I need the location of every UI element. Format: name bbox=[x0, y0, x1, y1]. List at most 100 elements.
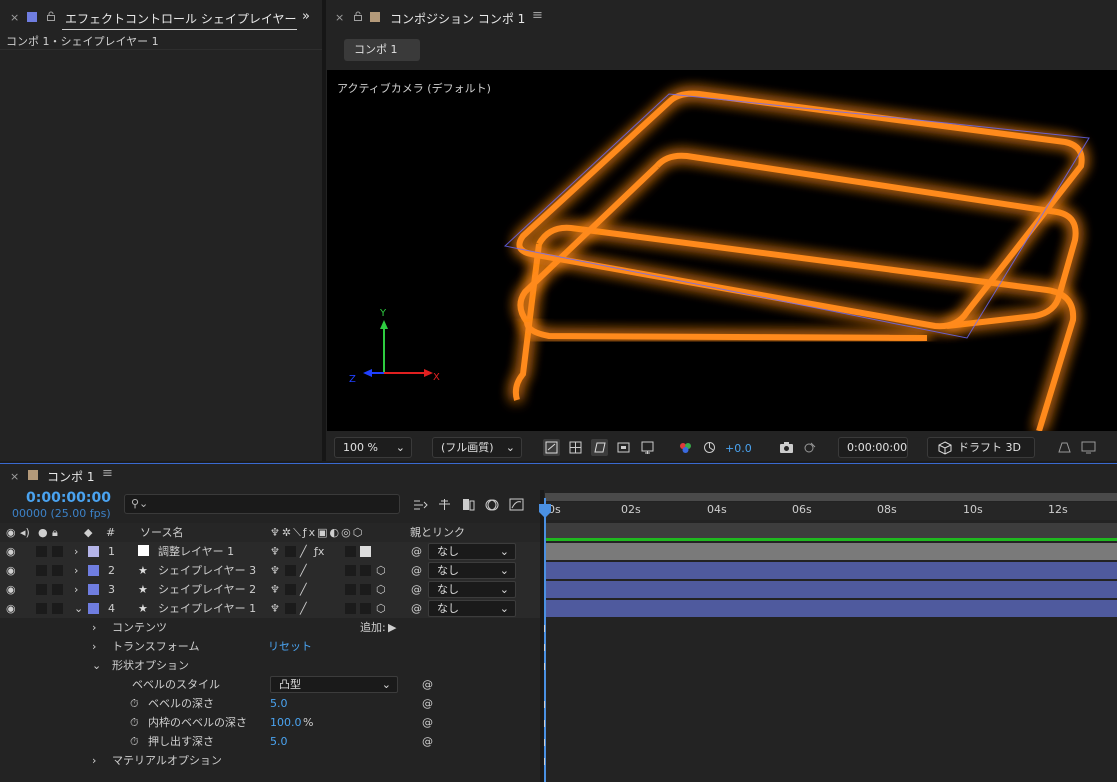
keyframe-marker[interactable]: I bbox=[543, 738, 546, 749]
zoom-dropdown[interactable]: 100 % ⌄ bbox=[334, 437, 412, 458]
reset-link[interactable]: リセット bbox=[268, 637, 312, 656]
fx-switch-icon[interactable]: ƒx bbox=[314, 542, 324, 561]
collapse-switch[interactable] bbox=[285, 584, 296, 595]
shy-switch-icon[interactable]: ♆ bbox=[270, 542, 280, 561]
pick-whip-icon[interactable]: @ bbox=[411, 580, 422, 599]
layer-duration-bar[interactable] bbox=[545, 543, 1117, 560]
eye-icon[interactable]: ◉ bbox=[6, 542, 16, 561]
motion-blur-switch[interactable] bbox=[345, 584, 356, 595]
3d-layer-icon[interactable]: ⬡ bbox=[376, 599, 386, 618]
quality-switch-icon[interactable]: ╱ bbox=[300, 580, 307, 599]
work-area-bar[interactable] bbox=[545, 493, 1117, 501]
solo-toggle[interactable] bbox=[36, 603, 47, 614]
layer-duration-bar[interactable] bbox=[545, 600, 1117, 617]
solo-toggle[interactable] bbox=[36, 546, 47, 557]
composition-tab[interactable]: コンポジション コンポ 1 bbox=[390, 10, 525, 27]
layer-search-input[interactable]: ⚲⌄ bbox=[124, 494, 400, 514]
add-button[interactable]: ▶ bbox=[388, 618, 396, 637]
keyframe-marker[interactable]: I bbox=[543, 662, 546, 673]
adjustment-switch[interactable] bbox=[360, 603, 371, 614]
motion-blur-switch[interactable] bbox=[345, 565, 356, 576]
extrude-value[interactable]: 5.0 bbox=[270, 732, 288, 751]
layer-duration-bar[interactable] bbox=[545, 581, 1117, 598]
chevron-down-icon[interactable]: ⌄ bbox=[92, 656, 101, 675]
3d-view-layout-icon[interactable] bbox=[1056, 439, 1073, 456]
label-color-swatch[interactable] bbox=[88, 603, 99, 614]
stopwatch-icon[interactable]: ⏱︎ bbox=[130, 732, 139, 751]
layer-duration-bar[interactable] bbox=[545, 562, 1117, 579]
close-icon[interactable]: × bbox=[10, 11, 19, 24]
lock-icon[interactable] bbox=[46, 11, 56, 21]
layer-name[interactable]: シェイプレイヤー 3 bbox=[158, 561, 256, 580]
chevron-right-icon[interactable]: › bbox=[92, 751, 96, 770]
audio-icon[interactable]: ◂) bbox=[20, 523, 30, 542]
chevron-right-icon[interactable]: › bbox=[92, 637, 96, 656]
region-of-interest-icon[interactable] bbox=[615, 439, 632, 456]
lock-icon[interactable]: 🔒︎ bbox=[52, 523, 58, 542]
layer-row[interactable]: ◉ › 1 調整レイヤー 1 ♆ ╱ ƒx @ なし ⌄ bbox=[0, 542, 540, 561]
adjustment-switch[interactable] bbox=[360, 584, 371, 595]
current-time-display[interactable]: 0:00:00:00 bbox=[838, 437, 908, 458]
parent-dropdown[interactable]: なし ⌄ bbox=[428, 600, 516, 617]
pick-whip-icon[interactable]: @ bbox=[422, 732, 433, 751]
label-color-swatch[interactable] bbox=[88, 565, 99, 576]
panel-menu-icon[interactable]: ≡ bbox=[102, 466, 113, 481]
keyframe-marker[interactable]: I bbox=[543, 700, 546, 711]
timeline-tab[interactable]: コンポ 1 bbox=[47, 468, 94, 485]
chevron-down-icon[interactable]: ⌄ bbox=[74, 599, 83, 618]
keyframe-marker[interactable]: I bbox=[543, 719, 546, 730]
eye-icon[interactable]: ◉ bbox=[6, 523, 16, 542]
composition-viewer[interactable]: アクティブカメラ (デフォルト) Y X Z bbox=[327, 70, 1117, 431]
quality-switch-icon[interactable]: ╱ bbox=[300, 599, 307, 618]
keyframe-marker[interactable]: I bbox=[543, 757, 546, 768]
shy-layers-icon[interactable] bbox=[436, 496, 453, 513]
pick-whip-icon[interactable]: @ bbox=[422, 713, 433, 732]
fast-preview-icon[interactable] bbox=[543, 439, 560, 456]
inner-bevel-value[interactable]: 100.0 bbox=[270, 713, 302, 732]
layer-name[interactable]: シェイプレイヤー 1 bbox=[158, 599, 256, 618]
solo-toggle[interactable] bbox=[36, 584, 47, 595]
playhead-icon[interactable] bbox=[537, 502, 553, 520]
exposure-value[interactable]: +0.0 bbox=[725, 442, 752, 455]
3d-layer-icon[interactable]: ⬡ bbox=[376, 561, 386, 580]
stopwatch-icon[interactable]: ⏱︎ bbox=[130, 694, 139, 713]
comp-flowchart-tab[interactable]: コンポ 1 bbox=[344, 39, 420, 61]
layer-name[interactable]: 調整レイヤー 1 bbox=[158, 542, 234, 561]
motion-blur-icon[interactable] bbox=[484, 496, 501, 513]
show-snapshot-icon[interactable] bbox=[801, 439, 818, 456]
layer-row[interactable]: ◉ ⌄ 4 ★ シェイプレイヤー 1 ♆ ╱ ⬡ @ なし ⌄ bbox=[0, 599, 540, 618]
quality-switch-icon[interactable]: ╱ bbox=[300, 542, 307, 561]
label-color-swatch[interactable] bbox=[88, 546, 99, 557]
source-name-header[interactable]: ソース名 bbox=[140, 523, 183, 542]
chevron-right-icon[interactable]: › bbox=[74, 580, 78, 599]
keyframe-marker[interactable]: I bbox=[543, 624, 546, 635]
layer-row[interactable]: ◉ › 2 ★ シェイプレイヤー 3 ♆ ╱ ⬡ @ なし ⌄ bbox=[0, 561, 540, 580]
exposure-reset-icon[interactable] bbox=[701, 439, 718, 456]
composition-mini-flowchart-icon[interactable] bbox=[412, 496, 429, 513]
mask-visibility-icon[interactable] bbox=[591, 439, 608, 456]
guides-icon[interactable] bbox=[639, 439, 656, 456]
snapshot-icon[interactable] bbox=[778, 439, 795, 456]
panel-menu-icon[interactable]: ≡ bbox=[532, 8, 543, 23]
renderer-button[interactable]: ドラフト 3D bbox=[927, 437, 1035, 458]
lock-toggle[interactable] bbox=[52, 565, 63, 576]
color-channels-icon[interactable] bbox=[677, 439, 694, 456]
shy-switch-icon[interactable]: ♆ bbox=[270, 580, 280, 599]
chevron-right-icon[interactable]: › bbox=[92, 618, 96, 637]
shy-switch-icon[interactable]: ♆ bbox=[270, 561, 280, 580]
pick-whip-icon[interactable]: @ bbox=[422, 694, 433, 713]
close-icon[interactable]: × bbox=[10, 470, 19, 483]
effect-controls-tab[interactable]: エフェクトコントロール シェイプレイヤー bbox=[65, 10, 296, 27]
bevel-depth-value[interactable]: 5.0 bbox=[270, 694, 288, 713]
collapse-switch[interactable] bbox=[285, 603, 296, 614]
motion-blur-switch[interactable] bbox=[345, 603, 356, 614]
panel-overflow-icon[interactable]: » bbox=[302, 9, 310, 24]
layer-name[interactable]: シェイプレイヤー 2 bbox=[158, 580, 256, 599]
viewer-options-icon[interactable] bbox=[1080, 439, 1097, 456]
pick-whip-icon[interactable]: @ bbox=[411, 599, 422, 618]
pick-whip-icon[interactable]: @ bbox=[411, 542, 422, 561]
eye-icon[interactable]: ◉ bbox=[6, 580, 16, 599]
collapse-switch[interactable] bbox=[285, 546, 296, 557]
quality-switch-icon[interactable]: ╱ bbox=[300, 561, 307, 580]
3d-layer-icon[interactable]: ⬡ bbox=[376, 580, 386, 599]
